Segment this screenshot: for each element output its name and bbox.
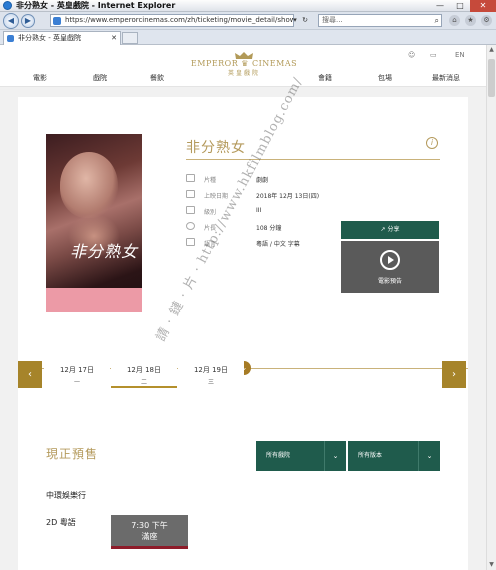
address-dropdown-icon[interactable]: ▾ [290,15,300,26]
back-button[interactable]: ◀ [3,12,19,29]
cinema-filter-dropdown[interactable]: 所有戲院 ⌄ [256,441,346,471]
title-divider [186,159,440,160]
date-selector: ‹ 12月 17日 一 12月 18日 二 12月 19日 三 › [18,361,468,389]
date-tab[interactable]: 12月 17日 一 [44,361,110,388]
scroll-down-icon[interactable]: ▼ [487,560,496,570]
minimize-button[interactable]: — [430,0,450,12]
nav-news[interactable]: 最新消息 [432,73,460,83]
date-tab-date: 12月 19日 [193,366,229,374]
nav-movies[interactable]: 電影 [33,73,47,83]
search-placeholder: 搜尋... [322,16,343,24]
poster-face-art [60,152,118,218]
site-header: 電影 戲院 餐飲 EMPEROR ♛ CINEMAS 英皇戲院 會籍 包場 最新… [0,45,486,87]
site-logo[interactable]: EMPEROR ♛ CINEMAS 英皇戲院 [188,51,300,77]
showtime-slot[interactable]: 7:30 下午 滿座 [111,515,188,549]
screening-format: 2D 粵語 [46,518,76,527]
date-tab[interactable]: 12月 19日 三 [178,361,244,388]
search-input[interactable]: 搜尋... ⌕ [318,14,442,27]
maximize-button[interactable]: □ [450,0,470,12]
nav-membership[interactable]: 會籍 [318,73,332,83]
calendar-icon [186,190,195,198]
clock-icon [186,222,195,230]
browser-tab[interactable]: 非分熟女 - 英皇戲院 ✕ [3,31,121,45]
nav-dining[interactable]: 餐飲 [150,73,164,83]
movie-detail-card: 非分熟女 非分熟女 i 片種 劇劇 上映日期 2018年 12月 13日(四) … [18,97,468,399]
logo-text-en: EMPEROR ♛ CINEMAS [190,59,298,68]
close-tab-icon[interactable]: ✕ [111,32,117,45]
forward-button[interactable]: ▶ [21,13,35,28]
tab-label: 非分熟女 - 英皇戲院 [18,34,81,42]
language-icon [186,238,195,246]
address-toolbar: ◀ ▶ https://www.emperorcinemas.com/zh/ti… [0,12,496,30]
favorites-star-icon[interactable]: ★ [465,15,476,26]
showtime-card: 現正預售 所有戲院 ⌄ 所有版本 ⌄ 中環娛樂行 2D 粵語 7:30 下午 滿… [18,397,468,570]
movie-title: 非分熟女 [186,140,246,156]
rating-icon [186,206,195,214]
chevron-down-icon: ⌄ [324,441,346,471]
refresh-icon[interactable]: ↻ [300,15,310,26]
date-tab-weekday: 二 [140,379,147,386]
date-prev-button[interactable]: ‹ [18,361,42,388]
window-title-bar: 非分熟女 - 英皇戲院 - Internet Explorer — □ ✕ [0,0,496,12]
info-value: 108 分鐘 [256,225,282,232]
cinema-filter-label: 所有戲院 [266,452,291,459]
scroll-up-icon[interactable]: ▲ [487,45,496,55]
home-icon[interactable]: ⌂ [449,15,460,26]
search-icon[interactable]: ⌕ [435,15,439,26]
date-tab-date: 12月 18日 [126,366,162,374]
trailer-label: 電影預告 [377,278,402,285]
section-title: 現正預售 [46,447,99,461]
info-label: 片種 [204,177,217,184]
new-tab-button[interactable] [122,32,138,44]
cinema-name: 中環娛樂行 [46,491,86,500]
trailer-button[interactable]: 電影預告 [341,241,439,293]
info-value: III [256,207,262,214]
page-viewport: 電影 戲院 餐飲 EMPEROR ♛ CINEMAS 英皇戲院 會籍 包場 最新… [0,45,486,570]
settings-gear-icon[interactable]: ⚙ [481,15,492,26]
browser-tab-bar: 非分熟女 - 英皇戲院 ✕ [0,30,496,45]
share-label: 分享 [387,226,400,233]
movie-poster: 非分熟女 [46,134,142,312]
date-tab-weekday: 三 [207,379,214,386]
tab-favicon-icon [7,35,14,42]
site-favicon-icon [53,17,61,25]
soldout-bar [111,546,188,549]
date-tab-selected[interactable]: 12月 18日 二 [111,361,177,388]
vertical-scrollbar[interactable]: ▲ ▼ [486,45,496,570]
showtime-time: 7:30 下午 [131,521,168,530]
date-next-button[interactable]: › [442,361,466,388]
poster-title: 非分熟女 [70,242,139,261]
ie-logo-icon [3,1,12,10]
url-text: https://www.emperorcinemas.com/zh/ticket… [65,16,293,24]
chevron-down-icon: ⌄ [418,441,440,471]
window-title: 非分熟女 - 英皇戲院 - Internet Explorer [16,1,176,10]
version-filter-label: 所有版本 [358,452,383,459]
share-button[interactable]: ↗ 分享 [341,221,439,239]
genre-icon [186,174,195,182]
poster-footer-band [46,288,142,312]
info-value: 2018年 12月 13日(四) [256,193,320,200]
info-value: 粵語 / 中文 字幕 [256,241,300,248]
nav-cinemas[interactable]: 戲院 [93,73,107,83]
close-window-button[interactable]: ✕ [470,0,496,12]
logo-text-zh: 英皇戲院 [227,70,260,77]
info-icon[interactable]: i [426,137,438,149]
info-value: 劇劇 [256,177,269,184]
play-icon [380,250,400,270]
date-tab-date: 12月 17日 [59,366,95,374]
ticket-icon[interactable]: ▭ [430,51,437,59]
scroll-thumb[interactable] [488,59,495,97]
address-input[interactable]: https://www.emperorcinemas.com/zh/ticket… [50,14,294,27]
language-switch[interactable]: EN [455,51,465,59]
member-icon[interactable]: ☺ [408,51,415,59]
nav-private-booking[interactable]: 包場 [378,73,392,83]
version-filter-dropdown[interactable]: 所有版本 ⌄ [348,441,440,471]
date-tab-weekday: 一 [73,379,80,386]
showtime-status: 滿座 [141,532,158,541]
